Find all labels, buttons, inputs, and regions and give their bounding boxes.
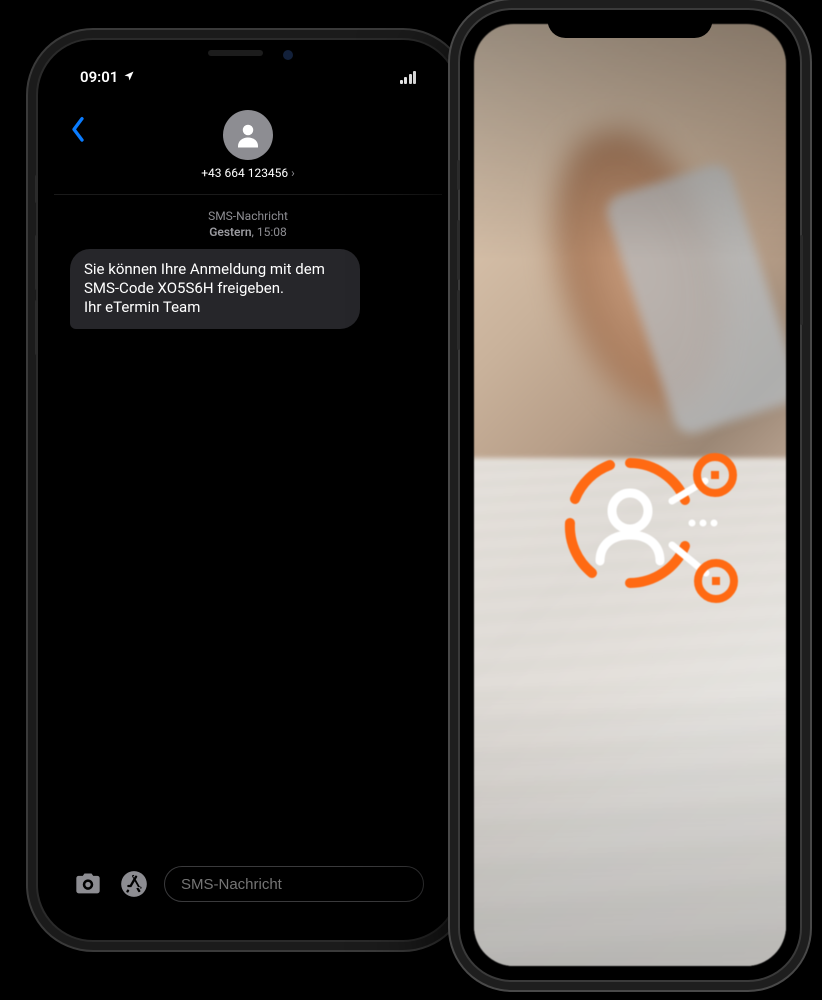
volume-up-button [457,220,460,280]
mute-switch [457,160,460,190]
back-button[interactable] [70,116,86,142]
compose-bar [54,856,442,924]
camera-icon[interactable] [72,868,104,900]
volume-up-button [35,235,38,290]
phone-mockup-hero [460,10,800,980]
user-share-icon [520,423,740,623]
volume-down-button [457,290,460,350]
app-store-icon[interactable] [118,868,150,900]
notch [153,40,343,70]
message-timestamp: Gestern, 15:08 [70,225,426,239]
compose-input[interactable] [164,866,424,902]
status-time: 09:01 [80,68,118,86]
power-button [800,235,803,325]
message-type-label: SMS-Nachricht [70,209,426,223]
message-thread: SMS-Nachricht Gestern, 15:08 Sie können … [54,195,442,856]
incoming-message-bubble[interactable]: Sie können Ihre Anmeldung mit dem SMS-Co… [70,249,360,329]
phone-mockup-sms: 09:01 +43 664 123456 › [38,40,458,940]
avatar[interactable] [223,110,273,160]
chevron-right-icon: › [291,166,295,180]
signal-icon [400,71,417,84]
mute-switch [35,175,38,203]
location-arrow-icon [123,68,135,86]
conversation-header: +43 664 123456 › [54,98,442,195]
notch [548,10,713,38]
hero-photo [474,24,786,966]
sender-number[interactable]: +43 664 123456 [201,166,288,180]
volume-down-button [35,300,38,355]
